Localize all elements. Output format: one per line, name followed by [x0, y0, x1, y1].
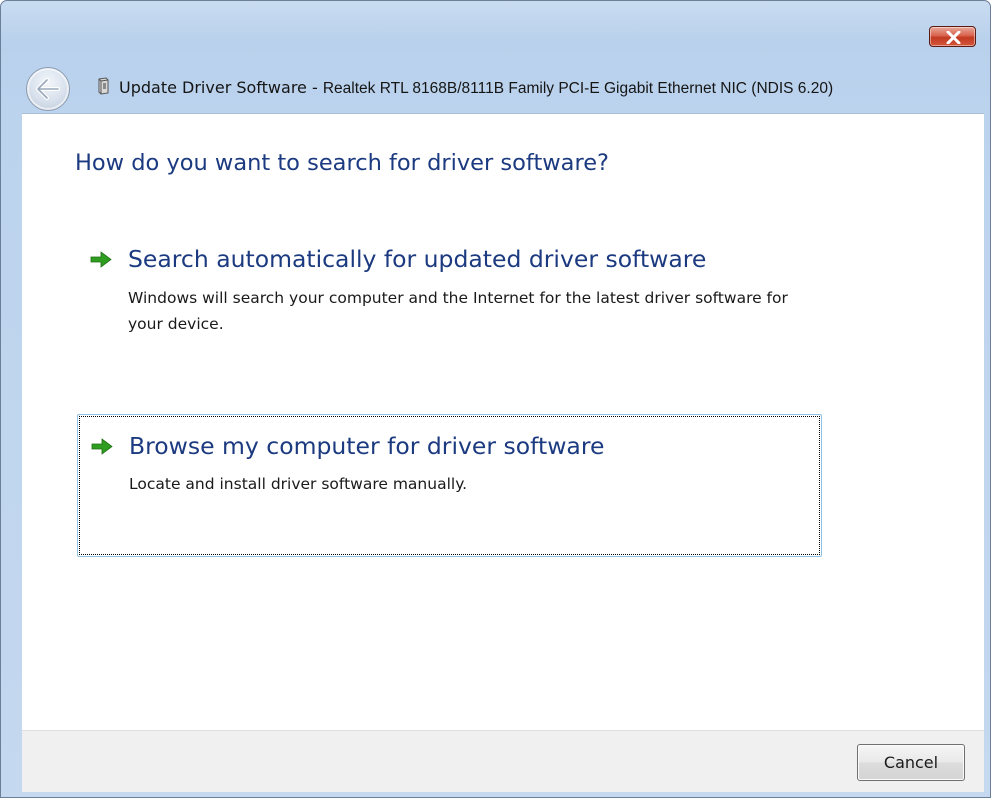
page-title: How do you want to search for driver sof… [75, 150, 609, 176]
window-title-main: Update Driver Software - [119, 78, 323, 97]
cancel-button[interactable]: Cancel [857, 744, 965, 781]
search-automatically-option[interactable]: Search automatically for updated driver … [77, 234, 822, 364]
green-arrow-icon [90, 251, 112, 268]
option-description: Windows will search your computer and th… [128, 289, 788, 333]
close-button[interactable] [929, 26, 976, 47]
window-title-device: Realtek RTL 8168B/8111B Family PCI-E Gig… [322, 80, 834, 97]
content-area: How do you want to search for driver sof… [22, 113, 984, 730]
option-title: Search automatically for updated driver … [128, 245, 707, 273]
browse-computer-option[interactable]: Browse my computer for driver software L… [77, 414, 822, 557]
option-description: Locate and install driver software manua… [129, 475, 468, 493]
option-title: Browse my computer for driver software [129, 432, 605, 460]
green-arrow-icon [91, 438, 113, 455]
close-icon [946, 31, 961, 44]
device-icon [98, 77, 109, 95]
dialog-footer: Cancel [22, 730, 984, 792]
back-arrow-icon [36, 78, 60, 100]
window-title: Update Driver Software - Realtek RTL 816… [119, 78, 833, 98]
dialog-window: Update Driver Software - Realtek RTL 816… [0, 0, 991, 798]
back-button[interactable] [26, 67, 70, 111]
